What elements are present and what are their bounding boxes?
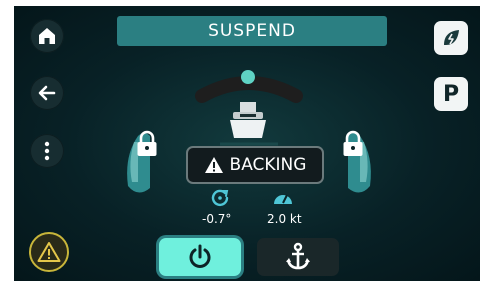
eco-mode-button[interactable]	[434, 21, 468, 55]
mode-status-bar: SUSPEND	[117, 16, 387, 46]
home-button[interactable]	[30, 19, 64, 53]
backing-label: BACKING	[229, 155, 307, 175]
leaf-icon	[444, 30, 459, 45]
heading-indicator	[241, 70, 255, 84]
home-icon	[39, 28, 55, 44]
back-button[interactable]	[30, 76, 64, 110]
speedometer-icon	[274, 194, 292, 204]
lock-icon	[343, 130, 363, 156]
warning-icon	[37, 242, 61, 262]
anchor-icon	[286, 242, 310, 270]
rotation-readout: -0.7°	[202, 212, 232, 226]
backing-status-badge: BACKING	[186, 146, 324, 184]
boat-icon	[230, 102, 266, 138]
park-button[interactable]: P	[434, 77, 468, 111]
lock-icon	[137, 130, 157, 156]
warning-button[interactable]	[29, 232, 69, 272]
helm-screen: P SUSPEND BACKING -0.7° 2.0 kt	[14, 6, 480, 281]
power-icon	[189, 244, 211, 268]
anchor-button[interactable]	[257, 238, 339, 276]
rotate-icon	[211, 189, 229, 207]
heading-arc	[195, 76, 303, 103]
park-label: P	[442, 81, 460, 107]
warning-icon	[204, 157, 223, 173]
power-button[interactable]	[159, 238, 241, 276]
speed-readout: 2.0 kt	[267, 212, 302, 226]
arrow-left-icon	[38, 85, 56, 101]
mode-label: SUSPEND	[208, 21, 296, 41]
more-vertical-icon	[44, 141, 50, 161]
menu-button[interactable]	[30, 134, 64, 168]
